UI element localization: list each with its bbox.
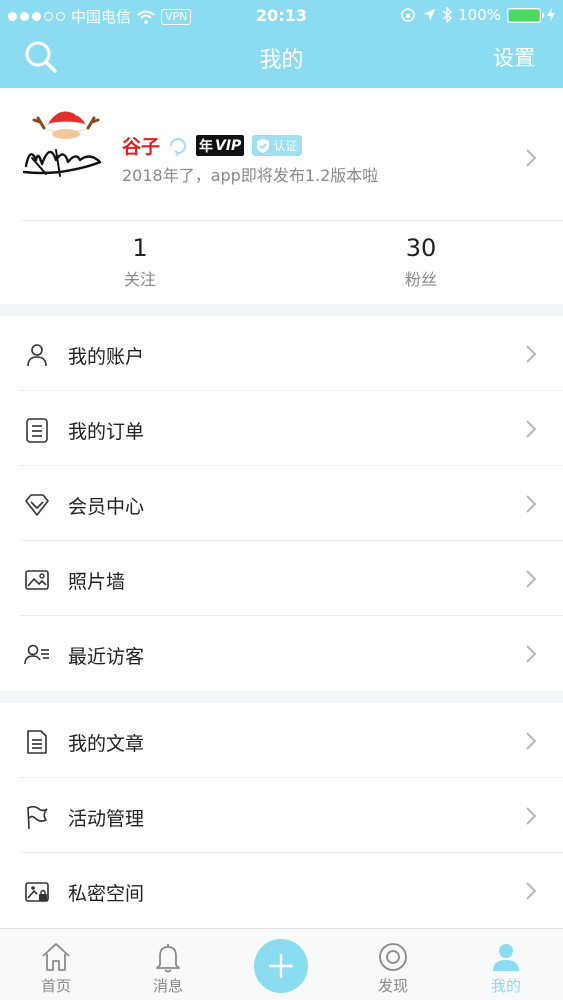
diamond-icon xyxy=(25,494,49,516)
tab-label: 首页 xyxy=(40,977,71,995)
stat-followers[interactable]: 30 粉丝 xyxy=(351,234,491,290)
shield-check-icon xyxy=(257,138,270,153)
menu-item-membership[interactable]: 会员中心 xyxy=(0,466,563,541)
menu-item-label: 我的账户 xyxy=(68,346,145,368)
stat-following-value: 1 xyxy=(132,234,148,262)
article-icon xyxy=(27,730,47,754)
divider xyxy=(20,220,563,221)
photo-icon xyxy=(25,570,49,590)
tab-messages[interactable]: 消息 xyxy=(128,941,208,996)
tab-label: 消息 xyxy=(152,977,183,995)
menu-group-primary: 我的账户 我的订单 会员中心 照片墙 最近访客 xyxy=(0,316,563,691)
profile-bio: 2018年了，app即将发布1.2版本啦 xyxy=(122,166,379,185)
verified-badge: 认证 xyxy=(252,135,303,156)
menu-item-label: 我的订单 xyxy=(68,421,145,443)
user-icon xyxy=(27,344,47,367)
menu-item-visitors[interactable]: 最近访客 xyxy=(0,616,563,691)
tab-publish[interactable] xyxy=(254,939,308,993)
verified-label: 认证 xyxy=(273,139,298,153)
stat-following-label: 关注 xyxy=(123,270,156,289)
menu-item-articles[interactable]: 我的文章 xyxy=(0,703,563,778)
tab-label: 我的 xyxy=(490,977,521,995)
plus-icon xyxy=(268,953,294,979)
chevron-right-icon xyxy=(526,420,537,438)
menu-item-account[interactable]: 我的账户 xyxy=(0,316,563,391)
chevron-right-icon xyxy=(526,882,537,900)
status-bar: 中国电信 VPN 20:13 100% xyxy=(0,0,563,30)
order-icon xyxy=(26,418,48,443)
menu-item-label: 照片墙 xyxy=(68,571,126,593)
menu-item-label: 我的文章 xyxy=(68,733,145,755)
header: 中国电信 VPN 20:13 100% 我的 设置 xyxy=(0,0,563,88)
chevron-right-icon xyxy=(526,807,537,825)
name-row: 谷子 年 VIP 认证 xyxy=(122,132,303,159)
battery-icon xyxy=(507,7,544,23)
username: 谷子 xyxy=(122,136,161,158)
home-icon xyxy=(42,943,70,971)
chevron-right-icon xyxy=(526,495,537,513)
status-right: 100% xyxy=(400,6,555,24)
chevron-right-icon xyxy=(526,149,537,167)
private-icon xyxy=(25,882,49,902)
chevron-right-icon xyxy=(526,345,537,363)
chevron-right-icon xyxy=(526,732,537,750)
profile-header[interactable]: 谷子 年 VIP 认证 2018年了，app即将发布1.2版本啦 xyxy=(0,88,563,220)
menu-item-label: 活动管理 xyxy=(68,808,145,830)
charging-icon xyxy=(547,8,555,22)
avatar[interactable] xyxy=(20,102,110,188)
tab-label: 发现 xyxy=(377,977,408,995)
page-title: 我的 xyxy=(259,48,304,73)
rotation-lock-icon xyxy=(401,8,415,22)
tab-me[interactable]: 我的 xyxy=(466,941,546,996)
me-icon xyxy=(493,944,519,971)
refresh-icon xyxy=(170,137,187,156)
menu-group-secondary: 我的文章 活动管理 私密空间 xyxy=(0,703,563,928)
vip-label: VIP xyxy=(215,137,242,154)
tab-bar: 首页 消息 发现 我的 xyxy=(0,928,563,1000)
stat-followers-value: 30 xyxy=(405,234,437,262)
stat-followers-label: 粉丝 xyxy=(404,270,437,289)
menu-item-label: 会员中心 xyxy=(68,496,145,518)
tab-discover[interactable]: 发现 xyxy=(353,941,433,996)
profile-card: 谷子 年 VIP 认证 2018年了，app即将发布1.2版本啦 1 关注 30… xyxy=(0,88,563,304)
vip-badge: 年 VIP xyxy=(196,135,245,156)
location-icon xyxy=(423,9,436,21)
menu-item-private-space[interactable]: 私密空间 xyxy=(0,853,563,928)
chevron-right-icon xyxy=(526,645,537,663)
menu-item-label: 私密空间 xyxy=(68,883,145,905)
bell-icon xyxy=(156,944,180,973)
settings-button[interactable]: 设置 xyxy=(493,42,535,72)
menu-item-label: 最近访客 xyxy=(68,646,145,668)
menu-item-photo-wall[interactable]: 照片墙 xyxy=(0,541,563,616)
menu-item-orders[interactable]: 我的订单 xyxy=(0,391,563,466)
discover-icon xyxy=(379,943,407,971)
bluetooth-icon xyxy=(442,7,453,23)
battery-percent: 100% xyxy=(458,6,501,24)
chevron-right-icon xyxy=(526,570,537,588)
menu-item-activities[interactable]: 活动管理 xyxy=(0,778,563,853)
stat-following[interactable]: 1 关注 xyxy=(70,234,210,290)
tab-home[interactable]: 首页 xyxy=(16,941,96,996)
flag-icon xyxy=(27,805,48,830)
vip-prefix: 年 xyxy=(199,138,214,155)
visitor-icon xyxy=(24,644,49,665)
